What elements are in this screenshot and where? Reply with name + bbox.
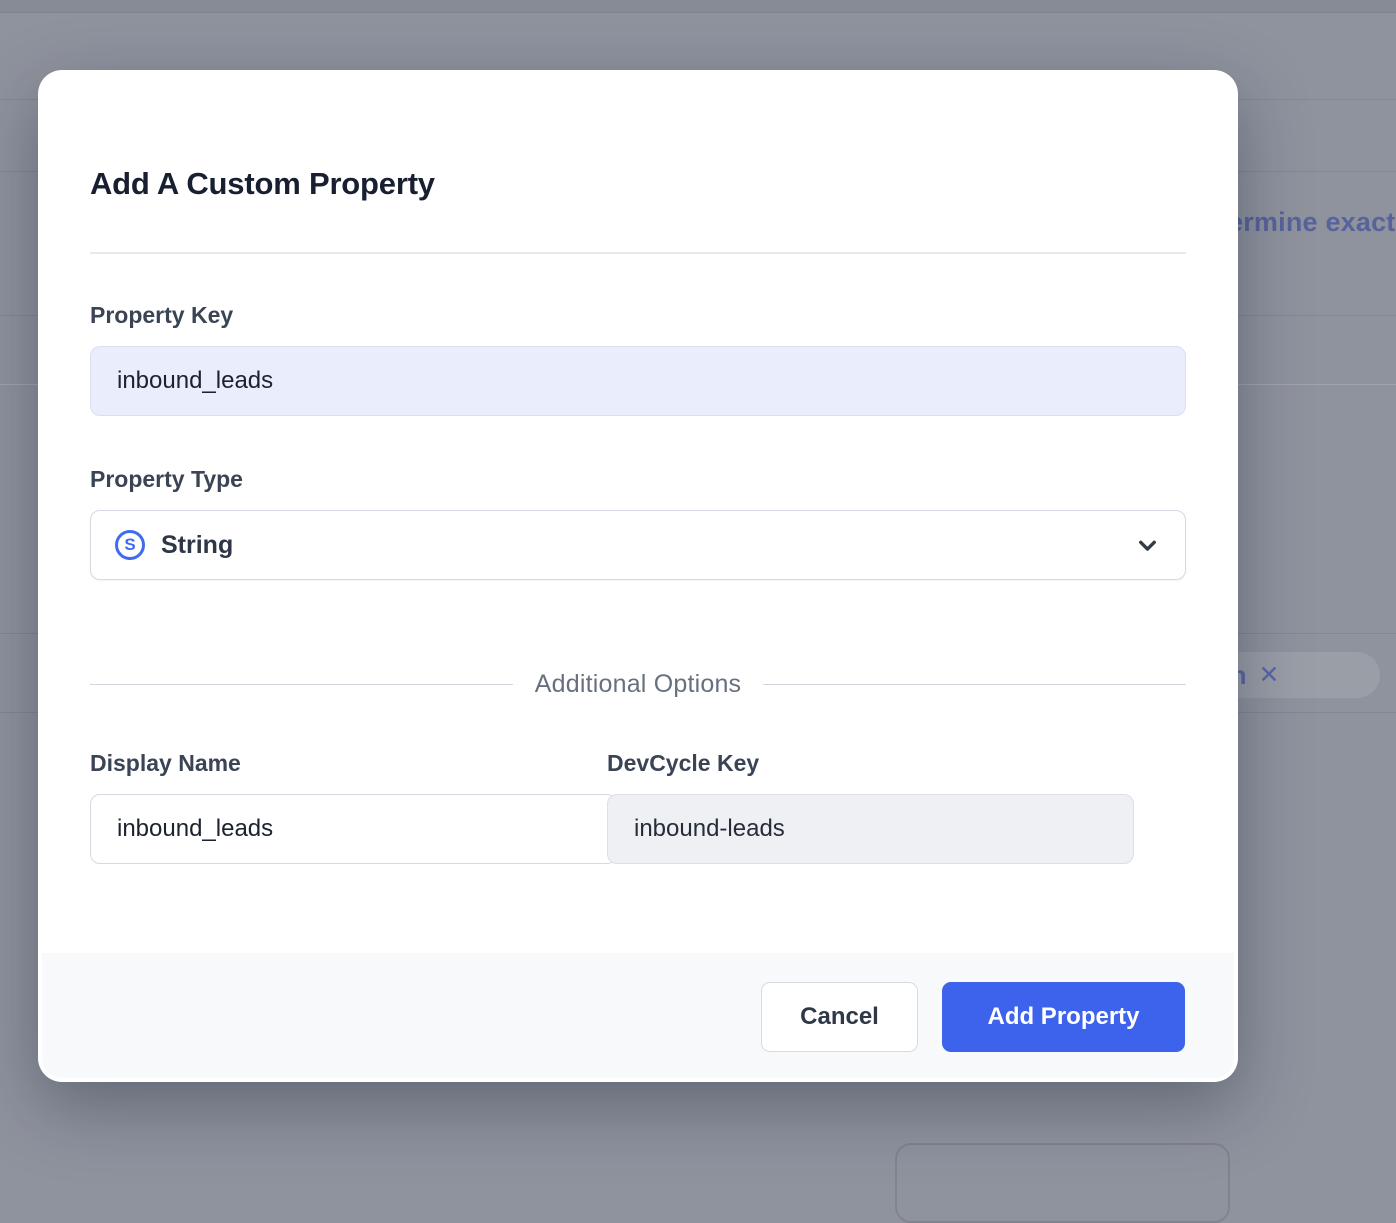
background-link-text: ermine exact [1228, 207, 1396, 238]
additional-options-divider: Additional Options [90, 668, 1186, 700]
property-type-label: Property Type [90, 466, 243, 493]
chevron-down-icon [1134, 532, 1161, 559]
background-header-bar [0, 0, 1396, 13]
devcycle-key-input [607, 794, 1134, 864]
property-key-input[interactable] [90, 346, 1186, 416]
close-icon: ✕ [1258, 660, 1279, 690]
additional-options-label: Additional Options [535, 670, 742, 699]
devcycle-key-label: DevCycle Key [607, 750, 759, 777]
cancel-button[interactable]: Cancel [761, 982, 918, 1052]
string-type-icon: S [115, 530, 145, 560]
modal-title: Add A Custom Property [90, 166, 435, 202]
display-name-label: Display Name [90, 750, 241, 777]
property-type-selected-value: String [161, 531, 233, 560]
add-property-button[interactable]: Add Property [942, 982, 1185, 1052]
display-name-input[interactable] [90, 794, 617, 864]
background-button-outline [895, 1143, 1230, 1223]
add-custom-property-modal: Add A Custom Property Property Key Prope… [38, 70, 1238, 1082]
property-key-label: Property Key [90, 302, 233, 329]
property-type-select[interactable]: S String [90, 510, 1186, 580]
title-divider [90, 252, 1186, 254]
